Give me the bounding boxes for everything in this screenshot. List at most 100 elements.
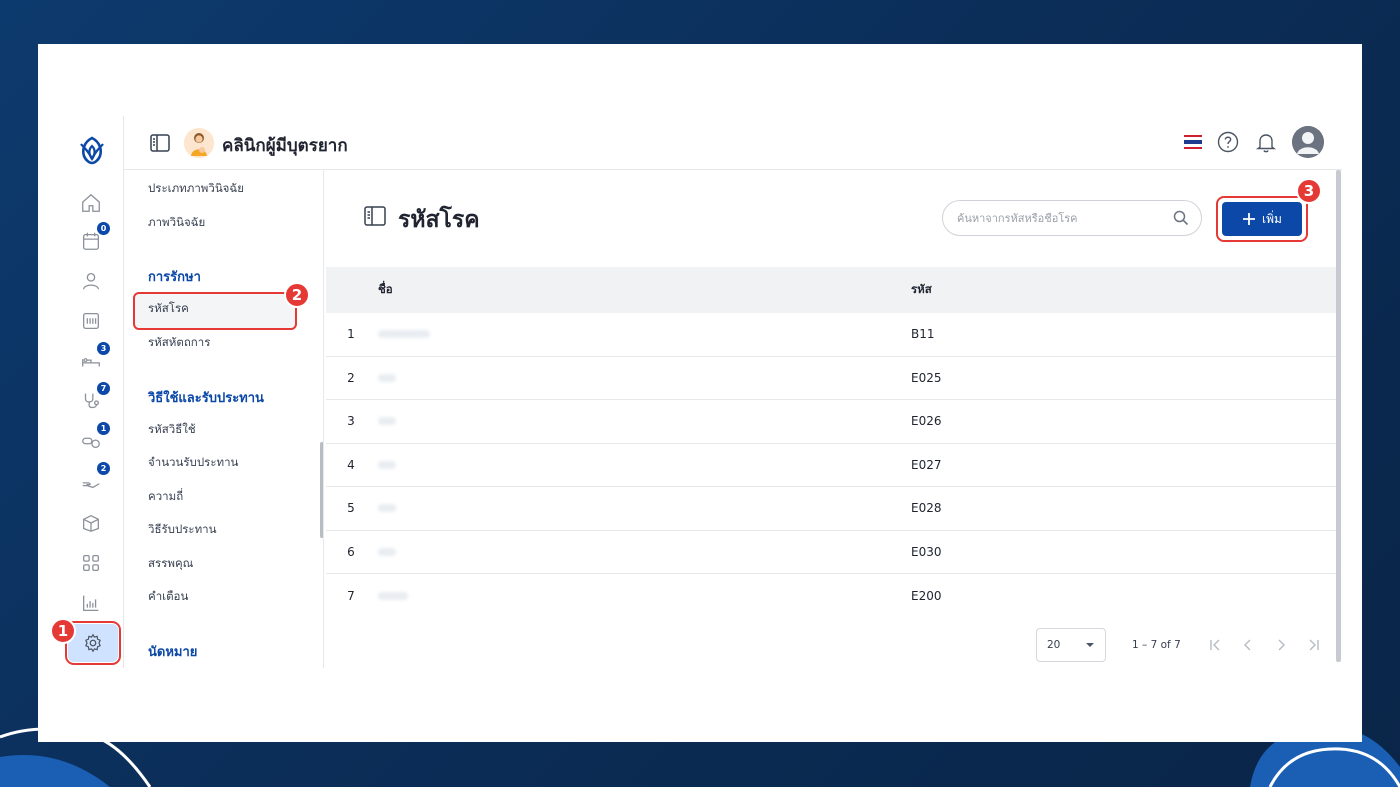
table-row[interactable]: 1 B11 xyxy=(326,313,1338,357)
nav-apps[interactable] xyxy=(76,548,106,578)
chevron-down-icon xyxy=(1086,643,1094,647)
step-marker-3: 3 xyxy=(1296,178,1322,204)
bed-badge: 3 xyxy=(97,342,110,355)
nav-calendar[interactable]: 0 xyxy=(76,222,110,256)
logo-icon[interactable] xyxy=(76,134,108,166)
submenu-group-appointment: นัดหมาย xyxy=(148,645,198,660)
header-name[interactable]: ชื่อ xyxy=(376,281,911,299)
avatar-icon xyxy=(1292,126,1324,158)
table-header: ชื่อ รหัส xyxy=(326,267,1338,313)
first-page-button[interactable] xyxy=(1199,639,1232,651)
user-avatar[interactable] xyxy=(1292,126,1324,158)
step-marker-2: 2 xyxy=(284,282,310,308)
package-icon xyxy=(83,514,99,532)
row-name-redacted xyxy=(376,458,911,472)
table-row[interactable]: 4 E027 xyxy=(326,444,1338,487)
add-button-highlight: เพิ่ม xyxy=(1216,196,1308,242)
page-title: รหัสโรค xyxy=(398,207,480,233)
report-icon xyxy=(83,595,99,611)
row-index: 6 xyxy=(347,544,355,559)
page-size-select[interactable]: 20 xyxy=(1036,628,1106,662)
row-index: 5 xyxy=(347,501,355,516)
submenu-item-dose-amount[interactable]: จำนวนรับประทาน xyxy=(148,454,238,472)
chevron-left-icon xyxy=(1244,639,1251,651)
top-header: คลินิกผู้มีบุตรยาก xyxy=(124,116,1342,170)
notifications-button[interactable] xyxy=(1254,130,1278,154)
submenu-item-frequency[interactable]: ความถี่ xyxy=(148,488,183,506)
table-row[interactable]: 5 E028 xyxy=(326,487,1338,531)
row-name-redacted xyxy=(376,371,911,385)
submenu-item-disease-code[interactable]: รหัสโรค xyxy=(148,300,189,318)
nav-ward[interactable]: 3 xyxy=(76,342,110,376)
nav-inventory[interactable] xyxy=(76,508,106,538)
row-code: E030 xyxy=(911,544,942,559)
row-code: E027 xyxy=(911,457,942,472)
step-marker-1: 1 xyxy=(50,618,76,644)
search-icon[interactable] xyxy=(1173,210,1189,226)
app-window: 0 3 7 1 2 คลินิกผู้มีบุตรยาก ประเภทภาพวิ… xyxy=(50,116,1342,668)
nav-home[interactable] xyxy=(76,188,106,218)
submenu-item-properties[interactable]: สรรพคุณ xyxy=(148,555,193,573)
submenu-group-usage: วิธีใช้และรับประทาน xyxy=(148,391,264,406)
mother-baby-icon xyxy=(184,128,214,158)
table-row[interactable]: 6 E030 xyxy=(326,531,1338,574)
calendar-badge: 0 xyxy=(97,222,110,235)
row-index: 1 xyxy=(347,327,355,342)
nav-lab[interactable] xyxy=(76,306,106,336)
main-scrollbar[interactable] xyxy=(1336,170,1341,662)
row-name-redacted xyxy=(376,589,911,603)
table-row[interactable]: 3 E026 xyxy=(326,400,1338,444)
scanner-icon xyxy=(83,313,99,329)
add-button[interactable]: เพิ่ม xyxy=(1222,202,1302,236)
row-name-redacted xyxy=(376,414,911,428)
row-code: E025 xyxy=(911,370,942,385)
nav-doctor[interactable]: 7 xyxy=(76,382,110,416)
row-index: 7 xyxy=(347,588,355,603)
row-code: E200 xyxy=(911,588,942,603)
clinic-name: คลินิกผู้มีบุตรยาก xyxy=(222,136,348,156)
thai-flag-icon[interactable] xyxy=(1184,135,1202,149)
next-page-button[interactable] xyxy=(1265,639,1298,651)
chevron-right-icon xyxy=(1278,639,1286,651)
submenu-item-usage-code[interactable]: รหัสวิธีใช้ xyxy=(148,421,196,439)
header-actions xyxy=(1184,126,1324,158)
nav-reports[interactable] xyxy=(76,588,106,618)
table-row[interactable]: 7 E200 xyxy=(326,574,1338,618)
page-range: 1 – 7 of 7 xyxy=(1132,639,1181,651)
apps-icon xyxy=(83,555,99,571)
row-index: 2 xyxy=(347,370,355,385)
submenu-item-procedure-code[interactable]: รหัสหัตถการ xyxy=(148,334,210,352)
help-icon xyxy=(1217,131,1239,153)
first-page-icon xyxy=(1210,639,1220,651)
table-row[interactable]: 2 E025 xyxy=(326,357,1338,400)
plus-icon xyxy=(1243,213,1256,225)
prev-page-button[interactable] xyxy=(1232,639,1265,651)
home-icon xyxy=(82,193,100,212)
main-content: รหัสโรค เพิ่ม ชื่อ รหัส 1 xyxy=(326,170,1338,668)
row-index: 3 xyxy=(347,414,355,429)
nav-pharmacy[interactable]: 1 xyxy=(76,422,110,456)
submenu-item-method[interactable]: วิธีรับประทาน xyxy=(148,521,217,539)
row-code: B11 xyxy=(911,327,935,342)
row-name-redacted xyxy=(376,545,911,559)
stethoscope-badge: 7 xyxy=(97,382,110,395)
last-page-icon xyxy=(1309,639,1319,651)
submenu-item-warning[interactable]: คำเตือน xyxy=(148,588,188,606)
submenu-item-imaging-type[interactable]: ประเภทภาพวินิจฉัย xyxy=(148,180,244,198)
row-code: E028 xyxy=(911,501,942,516)
search-box xyxy=(942,200,1202,236)
last-page-button[interactable] xyxy=(1298,639,1331,651)
icon-rail: 0 3 7 1 2 xyxy=(60,116,124,668)
header-code[interactable]: รหัส xyxy=(911,281,1338,299)
submenu-item-imaging[interactable]: ภาพวินิจฉัย xyxy=(148,214,205,232)
search-input[interactable] xyxy=(957,211,1173,225)
help-button[interactable] xyxy=(1216,130,1240,154)
row-name-redacted xyxy=(376,501,911,515)
sidebar-toggle-icon[interactable] xyxy=(150,134,170,152)
nav-dispense[interactable]: 2 xyxy=(76,462,110,496)
hand-badge: 2 xyxy=(97,462,110,475)
row-index: 4 xyxy=(347,457,355,472)
submenu-group-treatment: การรักษา xyxy=(148,270,201,285)
nav-patient[interactable] xyxy=(76,266,106,296)
submenu-scrollbar[interactable] xyxy=(320,442,323,538)
